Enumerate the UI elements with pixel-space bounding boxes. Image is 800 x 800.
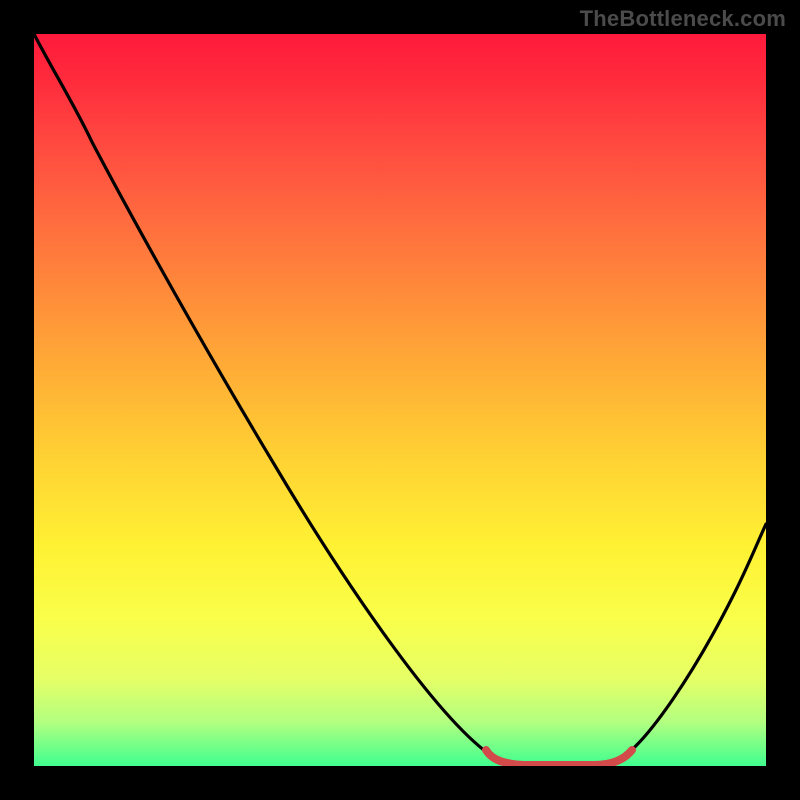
- optimal-range-marker: [486, 750, 632, 765]
- chart-frame: TheBottleneck.com: [0, 0, 800, 800]
- plot-area: [34, 34, 766, 766]
- bottleneck-curve: [34, 34, 766, 765]
- watermark-text: TheBottleneck.com: [580, 6, 786, 32]
- bottleneck-curve-svg: [34, 34, 766, 766]
